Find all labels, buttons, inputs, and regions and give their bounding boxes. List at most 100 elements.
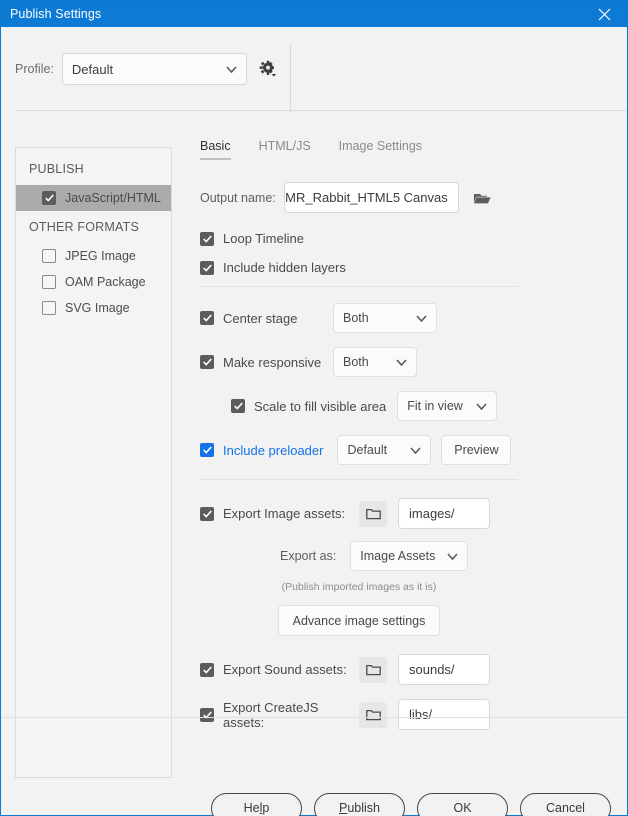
divider-stage-section — [200, 286, 518, 287]
publish-button[interactable]: Publish — [314, 792, 405, 816]
close-icon — [598, 8, 611, 20]
jpeg-image-checkbox[interactable] — [42, 249, 56, 263]
export-sound-assets-label: Export Sound assets: — [223, 662, 347, 677]
export-createjs-assets-browse-button[interactable] — [359, 701, 387, 728]
chevron-down-icon — [447, 552, 458, 560]
include-hidden-layers-label: Include hidden layers — [223, 260, 346, 275]
advance-image-settings-button[interactable]: Advance image settings — [277, 605, 441, 636]
export-sound-assets-path-input[interactable]: sounds/ — [398, 654, 490, 685]
advance-image-settings-row: Advance image settings — [200, 605, 518, 636]
ok-button[interactable]: OK — [417, 792, 508, 816]
export-createjs-assets-path-input[interactable]: libs/ — [398, 699, 490, 730]
profile-row: Profile: Default — [1, 27, 627, 113]
make-responsive-label: Make responsive — [223, 354, 322, 370]
gear-icon — [259, 60, 277, 77]
sidebar-item-label: JavaScript/HTML — [65, 191, 161, 205]
window-title: Publish Settings — [10, 7, 102, 21]
include-preloader-row[interactable]: Include preloader Default Preview — [200, 435, 627, 465]
folder-icon — [365, 664, 381, 675]
center-stage-checkbox[interactable] — [200, 311, 214, 325]
export-createjs-assets-row[interactable]: Export CreateJS assets: libs/ — [200, 699, 627, 730]
export-image-assets-path-input[interactable]: images/ — [398, 498, 490, 529]
settings-panel: Basic HTML/JS Image Settings Output name… — [172, 111, 627, 778]
export-sound-assets-row[interactable]: Export Sound assets: sounds/ — [200, 654, 627, 685]
loop-timeline-checkbox[interactable] — [200, 231, 214, 246]
sidebar-item-label: JPEG Image — [65, 249, 136, 263]
profile-options-button[interactable] — [255, 56, 281, 82]
preloader-preview-button[interactable]: Preview — [441, 435, 512, 465]
sidebar-item-oam-package[interactable]: OAM Package — [16, 269, 171, 295]
export-createjs-assets-checkbox[interactable] — [200, 707, 214, 722]
check-icon — [202, 358, 212, 366]
check-icon — [202, 446, 212, 454]
loop-timeline-row[interactable]: Loop Timeline — [200, 231, 627, 246]
close-button[interactable] — [582, 1, 627, 27]
sidebar-item-javascript-html[interactable]: JavaScript/HTML — [16, 185, 171, 211]
profile-label: Profile: — [15, 62, 54, 76]
chevron-down-icon — [226, 65, 237, 73]
tab-basic[interactable]: Basic — [200, 139, 231, 160]
tab-html-js[interactable]: HTML/JS — [259, 139, 311, 160]
center-stage-row[interactable]: Center stage Both — [200, 303, 627, 333]
check-icon — [44, 194, 54, 202]
export-sound-assets-browse-button[interactable] — [359, 656, 387, 683]
export-as-value: Image Assets — [360, 549, 436, 563]
scale-to-fill-checkbox[interactable] — [231, 399, 245, 413]
include-hidden-layers-checkbox[interactable] — [200, 260, 214, 275]
svg-image-checkbox[interactable] — [42, 301, 56, 315]
export-as-label: Export as: — [280, 549, 337, 563]
make-responsive-checkbox[interactable] — [200, 355, 214, 369]
cancel-button[interactable]: Cancel — [520, 792, 611, 816]
include-preloader-select[interactable]: Default — [337, 435, 432, 465]
help-button-label: Help — [243, 801, 270, 815]
check-icon — [202, 509, 212, 518]
chevron-down-icon — [416, 314, 427, 322]
sidebar-item-label: SVG Image — [65, 301, 130, 315]
help-button[interactable]: Help — [211, 792, 302, 816]
footer-divider — [1, 717, 627, 718]
check-icon — [202, 263, 212, 272]
center-stage-select[interactable]: Both — [333, 303, 437, 333]
sidebar-item-label: OAM Package — [65, 275, 146, 289]
sidebar-item-svg-image[interactable]: SVG Image — [16, 295, 171, 321]
scale-to-fill-value: Fit in view — [407, 399, 463, 413]
scale-to-fill-label: Scale to fill visible area — [254, 398, 387, 414]
output-name-input[interactable]: SMR_Rabbit_HTML5 Canvas — [283, 182, 459, 213]
sidebar-group-publish: PUBLISH — [29, 162, 84, 176]
make-responsive-select[interactable]: Both — [333, 347, 417, 377]
divider-assets-section — [200, 479, 518, 480]
include-preloader-checkbox[interactable] — [200, 443, 214, 457]
scale-to-fill-select[interactable]: Fit in view — [397, 391, 498, 421]
folder-icon — [365, 709, 381, 720]
profile-select[interactable]: Default — [61, 53, 247, 85]
make-responsive-row[interactable]: Make responsive Both — [200, 347, 627, 377]
javascript-html-checkbox[interactable] — [42, 191, 56, 205]
chevron-down-icon — [396, 358, 407, 366]
output-name-label: Output name: — [200, 190, 276, 205]
export-image-assets-row[interactable]: Export Image assets: images/ — [200, 498, 627, 529]
export-sound-assets-checkbox[interactable] — [200, 662, 214, 677]
export-as-select[interactable]: Image Assets — [350, 541, 469, 571]
dialog-body: PUBLISH JavaScript/HTML OTHER FORMATS JP… — [1, 111, 627, 778]
output-name-row: Output name: SMR_Rabbit_HTML5 Canvas — [200, 182, 627, 213]
scale-to-fill-row[interactable]: Scale to fill visible area Fit in view — [200, 391, 627, 421]
include-hidden-layers-row[interactable]: Include hidden layers — [200, 260, 627, 275]
chevron-down-icon — [476, 402, 487, 410]
oam-package-checkbox[interactable] — [42, 275, 56, 289]
export-image-assets-browse-button[interactable] — [359, 500, 387, 527]
sidebar-item-jpeg-image[interactable]: JPEG Image — [16, 243, 171, 269]
center-stage-value: Both — [343, 311, 369, 325]
tab-image-settings[interactable]: Image Settings — [339, 139, 422, 160]
include-preloader-label: Include preloader — [223, 442, 324, 458]
check-icon — [233, 402, 243, 410]
folder-icon — [474, 194, 491, 204]
image-export-hint: (Publish imported images as it is) — [281, 581, 437, 593]
publish-button-label: Publish — [338, 801, 380, 815]
export-image-assets-checkbox[interactable] — [200, 506, 214, 521]
check-icon — [202, 665, 212, 674]
chevron-down-icon — [410, 446, 422, 454]
output-name-browse-button[interactable] — [471, 187, 495, 209]
loop-timeline-label: Loop Timeline — [223, 231, 304, 246]
dialog-footer: Help Publish OK Cancel — [1, 778, 627, 816]
header-vertical-divider — [290, 44, 291, 113]
